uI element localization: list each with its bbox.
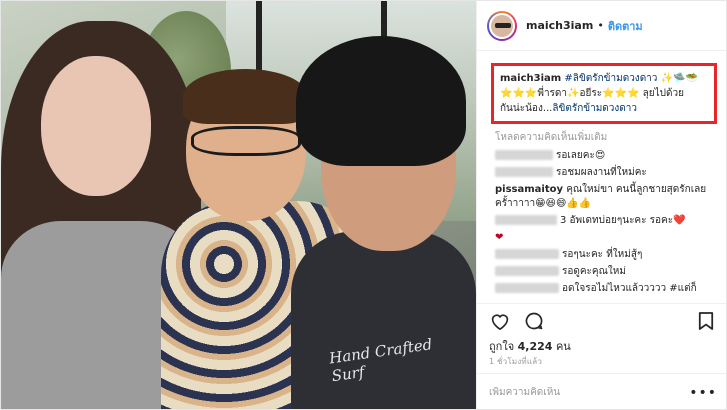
save-button[interactable]: [695, 310, 717, 332]
avatar-image: [489, 12, 515, 39]
add-comment-bar: •••: [477, 373, 726, 409]
post-timestamp[interactable]: 1 ชั่วโมงที่แล้ว: [489, 355, 542, 368]
comment-text: ❤: [495, 232, 504, 243]
caption-line: ⭐⭐⭐พี่ารดา✨อยีระ⭐⭐⭐ ลุยไปด้วย: [500, 88, 684, 99]
blurred-username: [495, 249, 559, 259]
comment-username[interactable]: pissamaitoy: [495, 184, 563, 195]
caption-username[interactable]: maich3iam: [500, 73, 561, 84]
action-bar: [477, 303, 726, 337]
likes-number: 4,224: [517, 340, 553, 353]
comment-button[interactable]: [523, 310, 545, 332]
separator-dot: •: [597, 19, 604, 32]
comment-text: อดใจรอไม่ไหวแล้ววววว #แต่ก็: [562, 283, 697, 294]
avatar[interactable]: [487, 10, 517, 41]
person-left-face: [41, 56, 151, 196]
glasses: [191, 126, 301, 156]
post-side-panel: maich3iam • ติดตาม maich3iam #ลิขิตรักข้…: [476, 1, 726, 409]
caption-highlight: maich3iam #ลิขิตรักข้ามดวงดาว ✨🛸🥗 ⭐⭐⭐พี่…: [491, 63, 717, 124]
more-options-icon[interactable]: •••: [689, 385, 717, 401]
caption-emoji: ✨🛸🥗: [657, 73, 698, 84]
post-photo[interactable]: Hand Crafted Surf: [1, 1, 476, 409]
instagram-post: Hand Crafted Surf maich3iam • ติดตาม mai…: [0, 0, 727, 410]
blurred-username: [495, 215, 557, 225]
like-button[interactable]: [489, 310, 511, 332]
blurred-username: [495, 283, 559, 293]
caption-hashtag[interactable]: ลิขิตรักข้ามดวงดาว: [552, 103, 637, 114]
comment-text: รอดูคะคุณใหม่: [562, 266, 626, 277]
comment-text: รอเลยคะ😍: [556, 150, 606, 161]
person-right-hair: [296, 36, 466, 166]
comment-row: ❤: [495, 231, 721, 245]
comment-row: รอชมผลงานที่ใหม่คะ: [495, 166, 721, 180]
bookmark-icon: [698, 311, 714, 330]
blurred-username: [495, 266, 559, 276]
follow-button[interactable]: ติดตาม: [608, 17, 643, 35]
likes-prefix: ถูกใจ: [489, 340, 515, 353]
caption-hashtag[interactable]: #ลิขิตรักข้ามดวงดาว: [564, 73, 657, 84]
post-username[interactable]: maich3iam: [526, 19, 593, 32]
comment-row: 3 อัพเดทบ่อยๆนะคะ รอคะ❤️: [495, 214, 721, 228]
comment-row: รอเลยคะ😍: [495, 149, 721, 163]
comment-text: รอชมผลงานที่ใหม่คะ: [556, 167, 647, 178]
comments-list[interactable]: maich3iam #ลิขิตรักข้ามดวงดาว ✨🛸🥗 ⭐⭐⭐พี่…: [477, 59, 726, 299]
comment-row: pissamaitoy คุณใหม่ขา คนนี้ลูกชายสุดรักเ…: [495, 183, 721, 211]
post-header: maich3iam • ติดตาม: [477, 1, 726, 51]
like-count[interactable]: ถูกใจ 4,224 คน: [489, 337, 571, 355]
blurred-username: [495, 167, 553, 177]
comment-icon: [525, 312, 543, 329]
comment-row: รอๆนะคะ ที่ใหม่สู้ๆ: [495, 248, 721, 262]
caption-line: กันน่ะน้อง...: [500, 103, 553, 114]
comment-row: รอดูคะคุณใหม่: [495, 265, 721, 279]
blurred-username: [495, 150, 553, 160]
comment-text: 3 อัพเดทบ่อยๆนะคะ รอคะ❤️: [560, 215, 686, 226]
comment-input[interactable]: [489, 387, 689, 398]
load-more-comments[interactable]: โหลดความคิดเห็นเพิ่มเติม: [495, 130, 721, 145]
comment-text: รอๆนะคะ ที่ใหม่สู้ๆ: [562, 249, 643, 260]
comment-row: อดใจรอไม่ไหวแล้ววววว #แต่ก็: [495, 282, 721, 296]
likes-suffix: คน: [555, 340, 571, 353]
heart-icon: [491, 313, 509, 330]
person-middle-hair: [183, 69, 308, 124]
